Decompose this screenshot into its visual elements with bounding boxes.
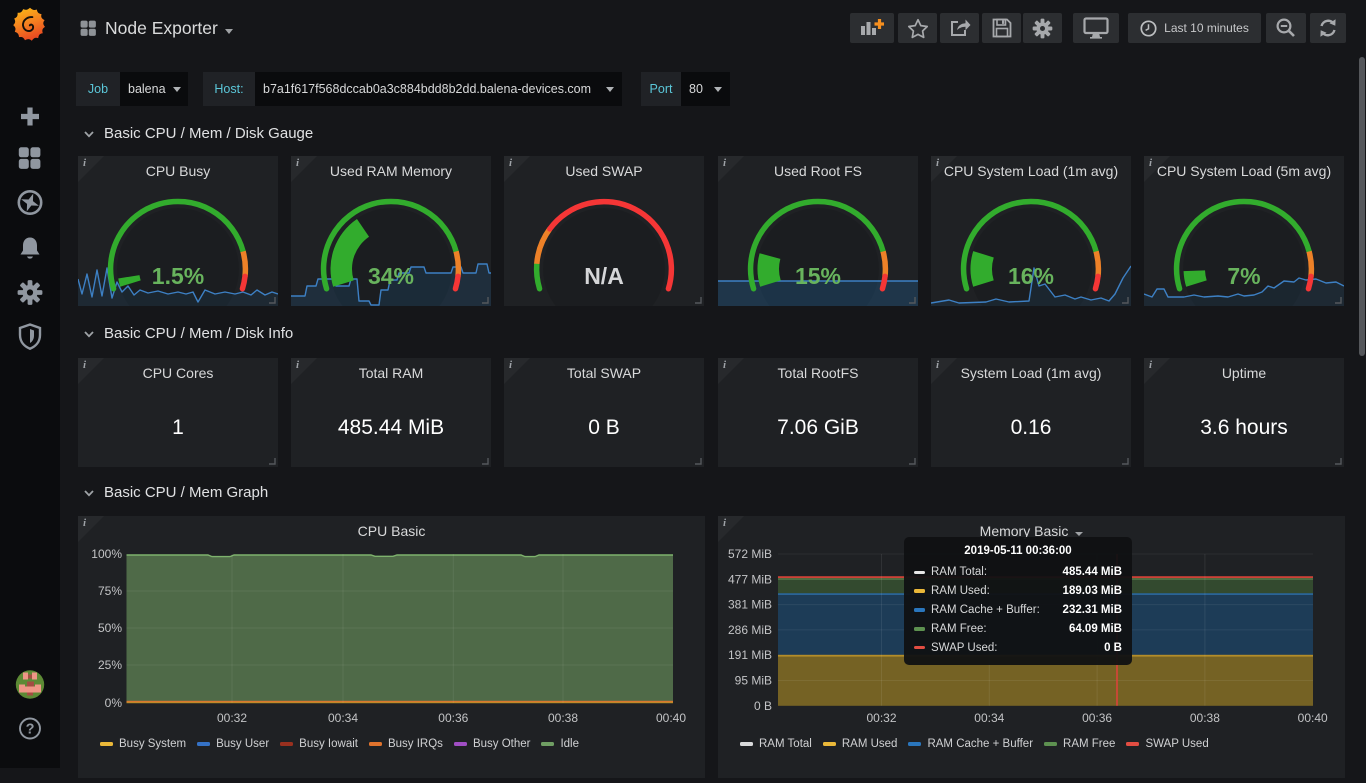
svg-text:16%: 16% bbox=[1008, 263, 1054, 289]
svg-text:75%: 75% bbox=[98, 584, 122, 598]
svg-text:00:38: 00:38 bbox=[548, 711, 578, 725]
svg-text:00:32: 00:32 bbox=[866, 711, 896, 725]
svg-text:00:36: 00:36 bbox=[1082, 711, 1112, 725]
svg-text:286 MiB: 286 MiB bbox=[728, 623, 772, 637]
svg-text:N/A: N/A bbox=[584, 263, 624, 289]
svg-text:0%: 0% bbox=[105, 696, 123, 710]
svg-text:7%: 7% bbox=[1227, 263, 1260, 289]
svg-text:572 MiB: 572 MiB bbox=[728, 547, 772, 561]
svg-text:?: ? bbox=[26, 721, 35, 737]
svg-text:100%: 100% bbox=[91, 547, 122, 561]
svg-text:00:38: 00:38 bbox=[1190, 711, 1220, 725]
svg-text:477 MiB: 477 MiB bbox=[728, 572, 772, 586]
svg-text:95 MiB: 95 MiB bbox=[735, 674, 772, 688]
svg-text:34%: 34% bbox=[368, 263, 414, 289]
svg-text:00:40: 00:40 bbox=[656, 711, 686, 725]
svg-text:1.5%: 1.5% bbox=[152, 263, 204, 289]
svg-text:191 MiB: 191 MiB bbox=[728, 648, 772, 662]
svg-text:15%: 15% bbox=[795, 263, 841, 289]
svg-text:50%: 50% bbox=[98, 621, 122, 635]
svg-text:00:34: 00:34 bbox=[328, 711, 358, 725]
svg-text:00:34: 00:34 bbox=[974, 711, 1004, 725]
svg-text:00:36: 00:36 bbox=[438, 711, 468, 725]
svg-text:0 B: 0 B bbox=[754, 699, 772, 713]
svg-text:00:32: 00:32 bbox=[217, 711, 247, 725]
svg-text:00:40: 00:40 bbox=[1298, 711, 1328, 725]
svg-text:381 MiB: 381 MiB bbox=[728, 598, 772, 612]
svg-text:25%: 25% bbox=[98, 658, 122, 672]
